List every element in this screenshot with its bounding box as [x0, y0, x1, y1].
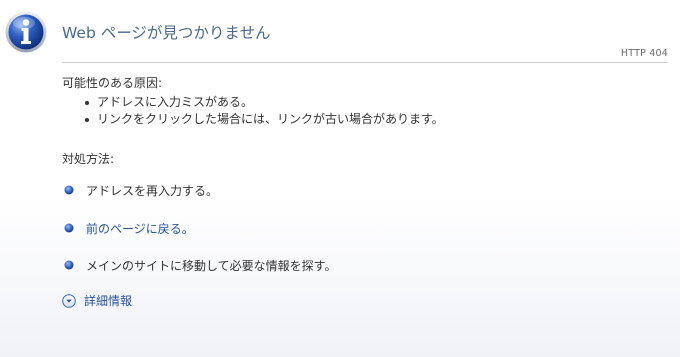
cause-text: アドレスに入力ミスがある。 [97, 95, 254, 109]
fix-text: アドレスを再入力する。 [86, 184, 219, 198]
causes-heading: 可能性のある原因: [62, 76, 163, 90]
cause-list: アドレスに入力ミスがある。 リンクをクリックした場合には、リンクが古い場合があり… [82, 94, 444, 128]
list-item: アドレスに入力ミスがある。 [82, 94, 444, 111]
fixes-heading: 対処方法: [62, 152, 115, 166]
http-status-code: HTTP 404 [620, 48, 668, 59]
page-title: Web ページが見つかりません [62, 24, 271, 42]
more-info-label[interactable]: 詳細情報 [84, 293, 132, 309]
blue-bullet-icon [64, 185, 74, 195]
bullet-dot-icon [85, 118, 89, 122]
blue-bullet-icon [64, 223, 74, 233]
chevron-down-circle-icon[interactable] [62, 294, 76, 308]
blue-bullet-icon [64, 260, 74, 270]
info-icon [5, 11, 47, 53]
go-back-link[interactable]: 前のページに戻る。 [86, 221, 194, 237]
list-item: リンクをクリックした場合には、リンクが古い場合があります。 [82, 111, 444, 128]
cause-text: リンクをクリックした場合には、リンクが古い場合があります。 [97, 112, 444, 126]
divider [62, 62, 668, 63]
fix-text: メインのサイトに移動して必要な情報を探す。 [86, 259, 337, 273]
bullet-dot-icon [85, 101, 89, 105]
